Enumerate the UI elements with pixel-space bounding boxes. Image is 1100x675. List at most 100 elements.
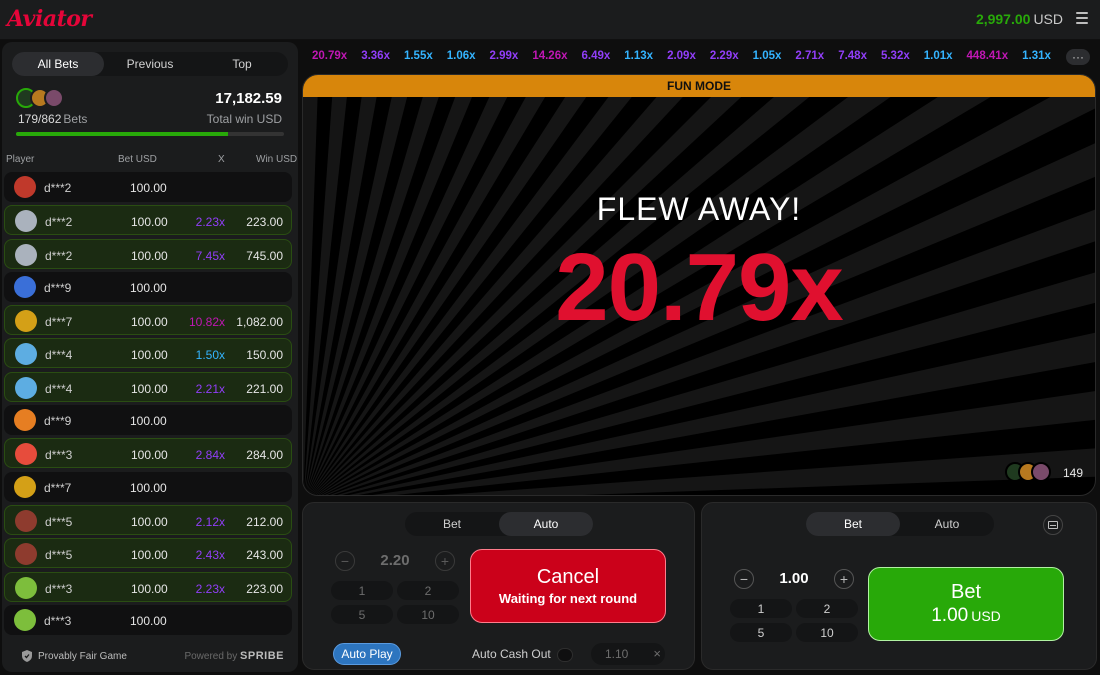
cashout-multiplier: 10.82x [188, 315, 225, 330]
win-amount: 1,082.00 [236, 315, 283, 330]
avatar [15, 543, 37, 566]
bet-mode-tabs: Bet Auto [806, 512, 994, 536]
tab-previous[interactable]: Previous [104, 52, 196, 76]
bet-amount: 100.00 [131, 581, 168, 596]
quick-amount-2[interactable]: 2 [796, 599, 858, 618]
player-name: d***9 [44, 280, 72, 295]
avatar [15, 210, 37, 233]
increase-button[interactable]: + [435, 551, 455, 571]
tab-bet[interactable]: Bet [405, 512, 499, 536]
avatar [15, 443, 37, 466]
history-multiplier[interactable]: 1.13x [624, 50, 653, 64]
bet-amount: 100.00 [131, 348, 168, 363]
auto-cashout-input[interactable]: 1.10 × [591, 643, 665, 665]
tab-bet[interactable]: Bet [806, 512, 900, 536]
win-amount: 284.00 [246, 448, 283, 463]
bet-amount: 100.00 [131, 448, 168, 463]
decrease-button[interactable]: − [335, 551, 355, 571]
bet-row: d***5 100.00 2.43x 243.00 [4, 538, 292, 569]
bet-row: d***9 100.00 [4, 405, 292, 436]
avatar [15, 310, 37, 333]
history-multiplier[interactable]: 1.55x [404, 50, 433, 64]
bet-mode-tabs: Bet Auto [405, 512, 593, 536]
bets-progress-bar [16, 132, 284, 136]
bet-amount-input[interactable]: 2.20 [359, 552, 431, 569]
history-multiplier[interactable]: 2.09x [667, 50, 696, 64]
provably-fair[interactable]: Provably Fair Game [22, 650, 127, 662]
col-win: Win USD [256, 154, 298, 165]
cashout-multiplier: 7.45x [195, 248, 225, 263]
history-multiplier[interactable]: 5.32x [881, 50, 910, 64]
col-mult: X [218, 154, 225, 165]
bet-row: d***7 100.00 10.82x 1,082.00 [4, 305, 292, 336]
bet-amount-input[interactable]: 1.00 [758, 570, 830, 587]
tab-auto[interactable]: Auto [499, 512, 593, 536]
quick-amounts: 1 2 5 10 [331, 581, 459, 624]
history-multiplier[interactable]: 2.71x [795, 50, 824, 64]
avatar [15, 243, 37, 266]
minimize-panel-icon[interactable] [1043, 515, 1063, 535]
bet-button[interactable]: Bet 1.00 USD [868, 567, 1064, 641]
history-multiplier[interactable]: 1.06x [447, 50, 476, 64]
bet-row: d***2 100.00 7.45x 745.00 [4, 238, 292, 269]
history-multiplier[interactable]: 2.29x [710, 50, 739, 64]
tab-top[interactable]: Top [196, 52, 288, 76]
player-name: d***7 [45, 315, 73, 330]
increase-button[interactable]: + [834, 569, 854, 589]
history-multiplier[interactable]: 1.31x [1022, 50, 1051, 64]
bet-row: d***4 100.00 2.21x 221.00 [4, 371, 292, 402]
cashout-multiplier: 1.50x [195, 348, 225, 363]
cancel-sublabel: Waiting for next round [498, 591, 638, 606]
provably-fair-label: Provably Fair Game [38, 650, 127, 662]
bet-row: d***7 100.00 [4, 471, 292, 502]
history-multiplier[interactable]: 1.01x [924, 50, 953, 64]
history-multiplier[interactable]: 20.79x [312, 50, 347, 64]
player-name: d***3 [45, 448, 73, 463]
history-multiplier[interactable]: 448.41x [967, 50, 1009, 64]
powered-by: Powered by SPRIBE [184, 650, 284, 662]
bet-amount-stepper: − 2.20 + [335, 549, 455, 573]
quick-amount-2[interactable]: 2 [397, 581, 459, 600]
history-multiplier[interactable]: 2.99x [490, 50, 519, 64]
cashout-multiplier: 2.43x [195, 548, 225, 563]
history-multiplier[interactable]: 1.05x [753, 50, 782, 64]
avatar [14, 275, 36, 298]
hamburger-icon[interactable] [1076, 12, 1088, 24]
top-bar: Aviator 2,997.00 USD [0, 0, 1100, 40]
win-amount: 223.00 [246, 215, 283, 230]
avatar-stack [16, 88, 72, 110]
avatar [15, 376, 37, 399]
fun-mode-banner: FUN MODE [303, 75, 1095, 97]
auto-cashout-toggle[interactable] [557, 648, 573, 662]
quick-amount-10[interactable]: 10 [796, 623, 858, 642]
clear-icon[interactable]: × [653, 646, 661, 661]
quick-amount-5[interactable]: 5 [331, 605, 393, 624]
player-name: d***7 [44, 480, 72, 495]
history-multiplier[interactable]: 6.49x [582, 50, 611, 64]
history-multiplier[interactable]: 3.36x [361, 50, 390, 64]
quick-amount-1[interactable]: 1 [331, 581, 393, 600]
online-count: 149 [1062, 466, 1083, 480]
aviator-logo[interactable]: Aviator [7, 6, 92, 32]
multiplier-history: 20.79x 3.36x 1.55x 1.06x 2.99x 14.26x 6.49x 1.1… [312, 50, 1060, 64]
bet-amount: 100.00 [130, 280, 167, 295]
tab-all-bets[interactable]: All Bets [12, 52, 104, 76]
tab-auto[interactable]: Auto [900, 512, 994, 536]
quick-amount-10[interactable]: 10 [397, 605, 459, 624]
total-win-label: Total win USD [206, 112, 282, 126]
bet-panel-1: Bet Auto − 2.20 + 1 2 5 10 Cancel Waitin… [302, 502, 695, 670]
quick-amount-1[interactable]: 1 [730, 599, 792, 618]
history-multiplier[interactable]: 7.48x [838, 50, 867, 64]
decrease-button[interactable]: − [734, 569, 754, 589]
total-win-amount: 17,182.59 [215, 90, 282, 107]
history-multiplier[interactable]: 14.26x [532, 50, 567, 64]
player-name: d***5 [45, 514, 73, 529]
balance: 2,997.00 USD [976, 11, 1063, 27]
bets-tabs: All Bets Previous Top [12, 52, 288, 76]
quick-amount-5[interactable]: 5 [730, 623, 792, 642]
cancel-button[interactable]: Cancel Waiting for next round [470, 549, 666, 623]
auto-play-button[interactable]: Auto Play [333, 643, 401, 665]
player-name: d***4 [45, 348, 73, 363]
balance-amount: 2,997.00 [975, 11, 1031, 27]
history-more-button[interactable]: ··· [1066, 49, 1090, 65]
